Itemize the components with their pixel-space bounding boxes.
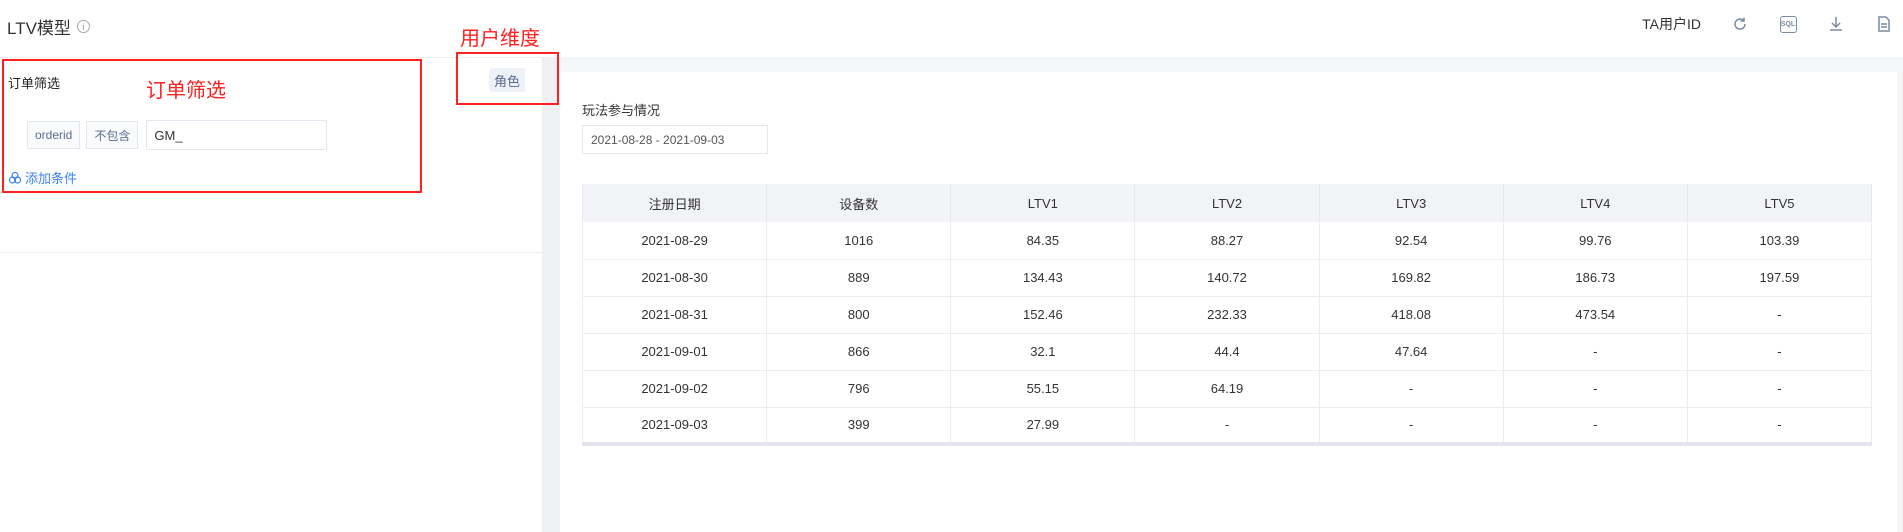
table-cell: 99.76 [1503,222,1688,260]
table-cell: 2021-08-29 [581,222,768,260]
table-cell: 1016 [766,222,952,260]
table-cell: 64.19 [1134,370,1320,408]
table-cell: 44.4 [1134,333,1320,371]
table-cell: 103.39 [1687,222,1873,260]
report-title: 玩法参与情况 [582,103,661,118]
table-cell: 134.43 [950,259,1136,297]
table-cell: 88.27 [1134,222,1320,260]
table-cell: 47.64 [1319,333,1504,371]
table-header-row: 注册日期 设备数 LTV1 LTV2 LTV3 LTV4 LTV5 [581,184,1873,222]
table-cell: 2021-09-03 [581,407,768,446]
table-cell: 399 [766,407,952,446]
table-cell: - [1503,370,1688,408]
table-cell: - [1134,407,1320,446]
table-cell: 140.72 [1134,259,1320,297]
table-cell: 800 [766,296,952,334]
table-cell: 232.33 [1134,296,1320,334]
table-cell: 796 [766,370,952,408]
table-cell: 169.82 [1319,259,1504,297]
table-cell: 27.99 [950,407,1136,446]
column-header: LTV5 [1687,184,1873,222]
table-cell: - [1687,407,1873,446]
table-row: 2021-08-29 1016 84.35 88.27 92.54 99.76 103.39 [581,222,1873,260]
sql-button[interactable]: SQL [1779,15,1797,33]
table-cell: 84.35 [950,222,1136,260]
table-cell: 889 [766,259,952,297]
table-row: 2021-09-03 399 27.99- - - - [581,407,1873,446]
panel-separator[interactable] [542,57,560,532]
page-title: LTV模型 [7,19,71,38]
table-cell: - [1503,333,1688,371]
table-cell: - [1319,407,1504,446]
table-cell: 2021-08-31 [581,296,768,334]
table-cell: 473.54 [1503,296,1688,334]
table-cell: 32.1 [950,333,1136,371]
column-header: LTV3 [1319,184,1504,222]
order-filter-annotation-text: 订单筛选 [146,80,226,102]
user-id-selector[interactable]: TA用户ID [1642,14,1701,34]
page-header: LTV模型 i TA用户ID SQL [0,0,1903,56]
table-cell: 186.73 [1503,259,1688,297]
date-range-picker[interactable]: 2021-08-28 - 2021-09-03 [582,125,768,154]
table-row: 2021-09-01 866 32.1 44.4 47.64- - [581,333,1873,371]
user-dimension-annotation-box [456,52,559,105]
info-icon[interactable]: i [76,20,90,33]
table-cell: 866 [766,333,952,371]
table-cell: 92.54 [1319,222,1504,260]
ltv-table: 注册日期 设备数 LTV1 LTV2 LTV3 LTV4 LTV5 2021-0… [581,184,1873,446]
table-row: 2021-09-02 796 55.15 64.19- - - [581,370,1873,408]
table-cell: - [1687,296,1873,334]
table-cell: 2021-08-30 [581,259,768,297]
table-cell: 197.59 [1687,259,1873,297]
table-cell: - [1319,370,1504,408]
table-cell: - [1503,407,1688,446]
column-header: LTV4 [1503,184,1688,222]
document-icon[interactable] [1875,15,1893,33]
column-header: LTV2 [1134,184,1320,222]
table-row: 2021-08-30 889 134.43 140.72 169.82 186.73 197… [581,259,1873,297]
sql-icon: SQL [1779,15,1797,33]
table-body: 2021-08-29 1016 84.35 88.27 92.54 99.76 103.39… [581,222,1873,446]
title-group: LTV模型 i [7,14,90,39]
result-card: 玩法参与情况 2021-08-28 - 2021-09-03 注册日期 设备数 … [560,72,1897,532]
table-row: 2021-08-31 800 152.46 232.33 418.08 473.54- [581,296,1873,334]
table-cell: 2021-09-01 [581,333,768,371]
table-cell: - [1687,370,1873,408]
table-cell: 152.46 [950,296,1136,334]
table-cell: 55.15 [950,370,1136,408]
divider [0,252,542,253]
column-header: 注册日期 [581,184,768,222]
refresh-icon[interactable] [1731,15,1749,33]
column-header: 设备数 [766,184,952,222]
table-cell: 2021-09-02 [581,370,768,408]
download-icon[interactable] [1827,15,1845,33]
table-cell: - [1687,333,1873,371]
column-header: LTV1 [950,184,1136,222]
toolbar: TA用户ID SQL [1642,14,1893,34]
table-cell: 418.08 [1319,296,1504,334]
user-dimension-annotation-text: 用户维度 [460,28,540,50]
